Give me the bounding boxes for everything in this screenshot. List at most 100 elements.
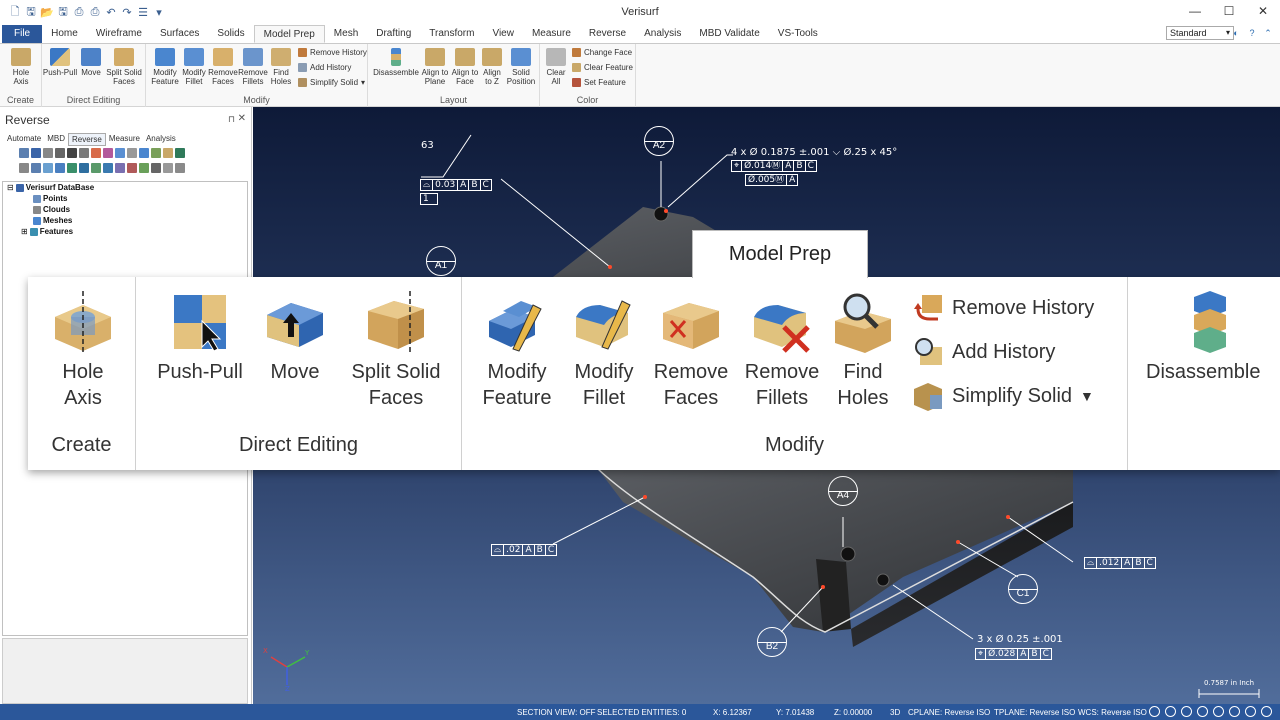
panel-tab-measure[interactable]: Measure bbox=[106, 133, 143, 146]
remove-faces-button[interactable]: Remove Faces bbox=[208, 48, 238, 86]
zoom-move-button[interactable]: Move bbox=[260, 291, 330, 385]
tab-mbd-validate[interactable]: MBD Validate bbox=[690, 25, 768, 43]
zoom-remove-fillets-button[interactable]: Remove Fillets bbox=[742, 291, 822, 411]
find-holes-button[interactable]: Find Holes bbox=[268, 48, 294, 86]
tool-slot-icon[interactable] bbox=[115, 163, 125, 173]
tab-surfaces[interactable]: Surfaces bbox=[151, 25, 208, 43]
tool-surface-icon[interactable] bbox=[31, 163, 41, 173]
style-select[interactable]: Standard bbox=[1166, 26, 1234, 40]
status-cplane[interactable]: CPLANE: Reverse ISO bbox=[908, 708, 990, 717]
save-icon[interactable]: 🖫 bbox=[24, 5, 38, 19]
tool-green-icon[interactable] bbox=[175, 148, 185, 158]
tool-curve-icon[interactable] bbox=[19, 163, 29, 173]
tool-torus-icon[interactable] bbox=[91, 163, 101, 173]
tool-align-icon[interactable] bbox=[43, 148, 53, 158]
panel-tab-reverse[interactable]: Reverse bbox=[68, 133, 106, 146]
sphere-icon[interactable] bbox=[1197, 706, 1208, 717]
open-folder-icon[interactable]: 📂 bbox=[40, 5, 54, 19]
tool-layers-icon[interactable] bbox=[127, 148, 137, 158]
tool-grid-icon[interactable] bbox=[19, 148, 29, 158]
minimize-button[interactable]: — bbox=[1178, 0, 1212, 22]
tab-measure[interactable]: Measure bbox=[523, 25, 580, 43]
sphere3-icon[interactable] bbox=[1229, 706, 1240, 717]
zoom-modify-fillet-button[interactable]: Modify Fillet bbox=[562, 291, 646, 411]
clear-all-button[interactable]: Clear All bbox=[544, 48, 568, 86]
clear-feature-button[interactable]: Clear Feature bbox=[572, 63, 633, 72]
tab-mesh[interactable]: Mesh bbox=[325, 25, 367, 43]
tab-view[interactable]: View bbox=[483, 25, 523, 43]
panel-tab-automate[interactable]: Automate bbox=[4, 133, 44, 146]
expand-icon[interactable]: ⊞ bbox=[21, 227, 28, 236]
simplify-solid-button[interactable]: Simplify Solid ▾ bbox=[298, 78, 365, 87]
qat-dropdown-icon[interactable]: ▾ bbox=[152, 5, 166, 19]
sphere2-icon[interactable] bbox=[1213, 706, 1224, 717]
tab-vs-tools[interactable]: VS-Tools bbox=[769, 25, 827, 43]
pin-icon[interactable]: ⊓ bbox=[228, 114, 235, 125]
chevron-down-icon[interactable]: ▼ bbox=[1080, 388, 1094, 404]
status-wcs[interactable]: WCS: Reverse ISO bbox=[1078, 708, 1147, 717]
tree-item-features[interactable]: ⊞ Features bbox=[21, 227, 73, 236]
status-mode[interactable]: 3D bbox=[890, 708, 900, 717]
align-to-z-button[interactable]: Align to Z bbox=[480, 48, 504, 86]
add-history-button[interactable]: Add History bbox=[298, 63, 351, 72]
tab-home[interactable]: Home bbox=[42, 25, 87, 43]
save-as-icon[interactable]: 🖫 bbox=[56, 5, 70, 19]
tool-plane-icon[interactable] bbox=[103, 163, 113, 173]
panel-tab-analysis[interactable]: Analysis bbox=[143, 133, 179, 146]
zoom-remove-faces-button[interactable]: Remove Faces bbox=[646, 291, 736, 411]
zoom-remove-history-button[interactable]: Remove History bbox=[912, 293, 1094, 323]
sphere4-icon[interactable] bbox=[1245, 706, 1256, 717]
maximize-button[interactable]: ☐ bbox=[1212, 0, 1246, 22]
redo-icon[interactable]: ↷ bbox=[120, 5, 134, 19]
customize-icon[interactable]: ☰ bbox=[136, 5, 150, 19]
zoom-find-holes-button[interactable]: Find Holes bbox=[828, 291, 898, 411]
modify-fillet-button[interactable]: Modify Fillet bbox=[180, 48, 208, 86]
tool-export-icon[interactable] bbox=[175, 163, 185, 173]
tool-cross-icon[interactable] bbox=[79, 148, 89, 158]
status-tplane[interactable]: TPLANE: Reverse ISO bbox=[994, 708, 1075, 717]
remove-history-button[interactable]: Remove History bbox=[298, 48, 367, 57]
print-preview-icon[interactable]: ⎙ bbox=[88, 5, 102, 19]
hole-axis-button[interactable]: Hole Axis bbox=[6, 48, 36, 86]
tool-line-icon[interactable] bbox=[127, 163, 137, 173]
remove-fillets-button[interactable]: Remove Fillets bbox=[238, 48, 268, 86]
tab-drafting[interactable]: Drafting bbox=[367, 25, 420, 43]
zoom-add-history-button[interactable]: Add History bbox=[912, 337, 1055, 367]
collapse-ribbon-icon[interactable]: ⌃ bbox=[1262, 27, 1274, 39]
tool-circle-icon[interactable] bbox=[139, 163, 149, 173]
tab-transform[interactable]: Transform bbox=[420, 25, 483, 43]
zoom-push-pull-button[interactable]: Push-Pull bbox=[150, 291, 250, 385]
sphere5-icon[interactable] bbox=[1261, 706, 1272, 717]
tree-item-meshes[interactable]: Meshes bbox=[33, 216, 72, 225]
tab-model-prep[interactable]: Model Prep bbox=[253, 25, 325, 43]
tool-mesh-icon[interactable] bbox=[139, 148, 149, 158]
solid-position-button[interactable]: Solid Position bbox=[504, 48, 538, 86]
tab-analysis[interactable]: Analysis bbox=[635, 25, 690, 43]
zoom-hole-axis-button[interactable]: Hole Axis bbox=[42, 291, 124, 411]
zoom-simplify-solid-button[interactable]: Simplify Solid ▼ bbox=[912, 381, 1094, 411]
shading-icon[interactable] bbox=[1181, 706, 1192, 717]
tool-sphere-icon[interactable] bbox=[115, 148, 125, 158]
move-button[interactable]: Move bbox=[78, 48, 104, 77]
split-solid-faces-button[interactable]: Split Solid Faces bbox=[104, 48, 144, 86]
undo-icon[interactable]: ↶ bbox=[104, 5, 118, 19]
globe-icon[interactable] bbox=[1149, 706, 1160, 717]
panel-close-icon[interactable]: ✕ bbox=[238, 113, 246, 124]
tool-align2-icon[interactable] bbox=[55, 148, 65, 158]
zoom-split-solid-faces-button[interactable]: Split Solid Faces bbox=[336, 291, 456, 411]
help-icon[interactable]: ? bbox=[1246, 27, 1258, 39]
tool-align3-icon[interactable] bbox=[67, 148, 77, 158]
tab-wireframe[interactable]: Wireframe bbox=[87, 25, 151, 43]
tool-spline-icon[interactable] bbox=[151, 163, 161, 173]
tool-section-icon[interactable] bbox=[163, 163, 173, 173]
view-cube-icon[interactable] bbox=[1165, 706, 1176, 717]
tool-leaf-icon[interactable] bbox=[151, 148, 161, 158]
set-feature-button[interactable]: Set Feature bbox=[572, 78, 626, 87]
tool-cyl-icon[interactable] bbox=[67, 163, 77, 173]
tool-star-icon[interactable] bbox=[163, 148, 173, 158]
tab-reverse[interactable]: Reverse bbox=[580, 25, 635, 43]
disassemble-button[interactable]: Disassemble bbox=[372, 48, 420, 77]
tool-patch-icon[interactable] bbox=[55, 163, 65, 173]
print-icon[interactable]: ⎙ bbox=[72, 5, 86, 19]
push-pull-button[interactable]: Push-Pull bbox=[42, 48, 78, 77]
